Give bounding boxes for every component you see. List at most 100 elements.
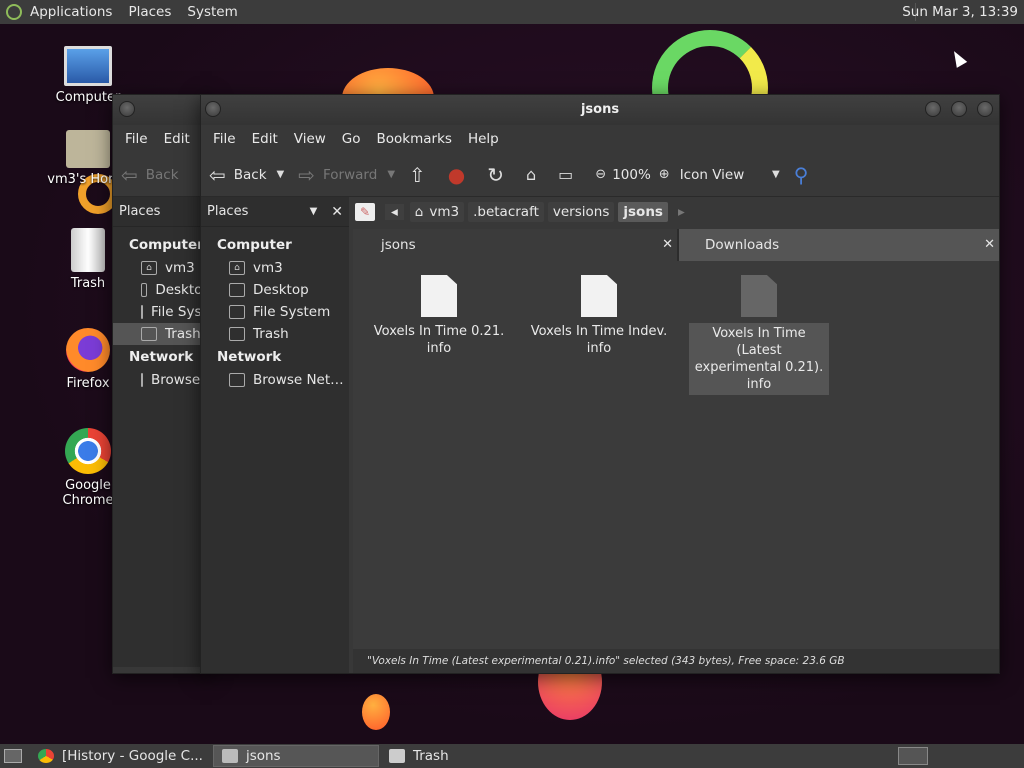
file-label-line: info bbox=[426, 341, 452, 356]
distro-logo-icon[interactable] bbox=[6, 4, 22, 20]
forward-history-dropdown-icon[interactable]: ▼ bbox=[387, 169, 395, 180]
trash-icon bbox=[388, 749, 405, 763]
zoom-in-icon: ⊕ bbox=[658, 167, 670, 182]
breadcrumb-versions[interactable]: versions bbox=[547, 202, 615, 222]
desktop-icon-label: Firefox bbox=[66, 376, 110, 391]
close-tab-icon[interactable]: ✕ bbox=[662, 229, 673, 261]
menu-go[interactable]: Go bbox=[334, 131, 369, 147]
file-label-line: info bbox=[586, 341, 612, 356]
close-button[interactable] bbox=[977, 101, 993, 117]
window-titlebar[interactable]: jsons bbox=[201, 95, 999, 125]
back-arrow-icon: ⇦ bbox=[209, 162, 226, 187]
menu-edit[interactable]: Edit bbox=[244, 131, 286, 147]
file-label: Voxels In Time 0.21. info bbox=[369, 323, 509, 357]
menu-help[interactable]: Help bbox=[460, 131, 507, 147]
forward-button[interactable]: ⇨ Forward ▼ bbox=[298, 163, 395, 187]
file-item[interactable]: Voxels In Time 0.21. info bbox=[369, 275, 509, 357]
top-panel: Applications Places System Sun Mar 3, 13… bbox=[0, 0, 1024, 24]
file-label-line: experimental 0.21). bbox=[694, 360, 824, 375]
menu-file[interactable]: File bbox=[117, 131, 156, 147]
places-dropdown-icon[interactable]: ▼ bbox=[310, 206, 318, 217]
sidebar-item-vm3[interactable]: ⌂ vm3 bbox=[113, 257, 211, 279]
clock[interactable]: Sun Mar 3, 13:39 bbox=[902, 4, 1018, 20]
places-header[interactable]: Places ▼ ✕ bbox=[201, 197, 349, 227]
breadcrumb-right-icon[interactable]: ▸ bbox=[678, 204, 685, 220]
breadcrumb-left-icon[interactable]: ◂ bbox=[385, 204, 404, 220]
zoom-in-button[interactable]: ⊕ bbox=[659, 167, 670, 182]
search-icon: ⚲ bbox=[793, 162, 809, 187]
zoom-out-icon: ⊖ bbox=[595, 167, 607, 182]
home-icon: ⌂ bbox=[526, 165, 537, 184]
chrome-icon bbox=[38, 749, 54, 763]
back-button[interactable]: ⇦ Back bbox=[121, 163, 179, 187]
computer-button[interactable]: ▭ bbox=[558, 165, 581, 184]
file-item-selected[interactable]: Voxels In Time (Latest experimental 0.21… bbox=[689, 275, 829, 395]
reload-button[interactable]: ↻ bbox=[487, 163, 512, 187]
menu-view[interactable]: View bbox=[286, 131, 334, 147]
sidebar-item-file-system[interactable]: File System bbox=[201, 301, 349, 323]
back-history-dropdown-icon[interactable]: ▼ bbox=[277, 169, 285, 180]
tab-jsons[interactable]: jsons ✕ bbox=[353, 229, 677, 261]
back-file-manager-window[interactable]: File Edit ⇦ Back Places Computer ⌂ vm3 De… bbox=[112, 94, 212, 674]
edit-location-icon[interactable]: ✎ bbox=[355, 203, 375, 221]
zoom-level[interactable]: 100% bbox=[612, 167, 651, 183]
window-title: jsons bbox=[580, 102, 620, 117]
breadcrumb-betacraft[interactable]: .betacraft bbox=[468, 202, 544, 222]
close-tab-icon[interactable]: ✕ bbox=[984, 229, 995, 261]
workspace-switcher[interactable] bbox=[898, 747, 928, 765]
file-label-line: Voxels In Time Indev. bbox=[530, 324, 668, 339]
menu-file[interactable]: File bbox=[205, 131, 244, 147]
places-header[interactable]: Places bbox=[113, 197, 211, 227]
breadcrumb: ✎ ◂ ⌂ vm3 .betacraft versions jsons ▸ bbox=[355, 199, 685, 225]
stop-button[interactable]: ● bbox=[448, 163, 473, 187]
menu-bookmarks[interactable]: Bookmarks bbox=[369, 131, 460, 147]
taskbar-item-jsons[interactable]: jsons bbox=[212, 745, 379, 767]
maximize-button[interactable] bbox=[951, 101, 967, 117]
computer-icon: ▭ bbox=[558, 165, 574, 184]
breadcrumb-jsons[interactable]: jsons bbox=[618, 202, 668, 222]
sidebar-item-trash[interactable]: Trash bbox=[113, 323, 211, 345]
system-menu[interactable]: System bbox=[179, 4, 245, 20]
back-label: Back bbox=[145, 166, 179, 183]
sidebar-item-desktop[interactable]: Desktop bbox=[201, 279, 349, 301]
document-icon bbox=[581, 275, 617, 317]
sidebar-item-browse-network[interactable]: Browse Net… bbox=[201, 369, 349, 391]
tab-label: Downloads bbox=[705, 237, 780, 253]
applications-menu[interactable]: Applications bbox=[22, 4, 120, 20]
home-icon: ⌂ bbox=[229, 261, 245, 275]
sidebar-item-browse-network[interactable]: Browse Network bbox=[113, 369, 211, 391]
zoom-out-button[interactable]: ⊖ bbox=[595, 167, 606, 182]
sidebar-item-vm3[interactable]: ⌂ vm3 bbox=[201, 257, 349, 279]
back-window-titlebar[interactable] bbox=[113, 95, 211, 125]
sidebar-header-network: Network bbox=[129, 349, 194, 365]
back-button[interactable]: ⇦ Back ▼ bbox=[209, 163, 284, 187]
tab-downloads[interactable]: Downloads ✕ bbox=[679, 229, 999, 261]
window-menu-button[interactable] bbox=[119, 101, 135, 117]
up-button[interactable]: ⇧ bbox=[409, 163, 434, 187]
home-button[interactable]: ⌂ bbox=[526, 165, 544, 184]
search-button[interactable]: ⚲ bbox=[794, 163, 817, 187]
network-icon bbox=[229, 373, 245, 387]
home-folder-icon bbox=[66, 130, 110, 168]
menu-edit[interactable]: Edit bbox=[156, 131, 198, 147]
back-window-toolbar: ⇦ Back bbox=[113, 153, 211, 197]
network-icon bbox=[141, 373, 143, 387]
sidebar-item-trash[interactable]: Trash bbox=[201, 323, 349, 345]
sidebar-item-label: Browse Net… bbox=[253, 372, 344, 388]
drive-icon bbox=[141, 305, 143, 319]
taskbar-item-trash[interactable]: Trash bbox=[381, 745, 457, 767]
breadcrumb-vm3[interactable]: ⌂ vm3 bbox=[409, 202, 465, 222]
view-mode-select[interactable]: Icon View ▼ bbox=[680, 167, 780, 183]
sidebar-item-desktop[interactable]: Desktop bbox=[113, 279, 211, 301]
file-manager-window[interactable]: jsons File Edit View Go Bookmarks Help ⇦… bbox=[200, 94, 1000, 674]
file-label-line: Voxels In Time (Latest bbox=[712, 326, 806, 358]
minimize-button[interactable] bbox=[925, 101, 941, 117]
close-sidebar-icon[interactable]: ✕ bbox=[331, 204, 343, 220]
file-item[interactable]: Voxels In Time Indev. info bbox=[529, 275, 669, 357]
taskbar-item-chrome[interactable]: [History - Google C... bbox=[30, 745, 211, 767]
sidebar-item-file-system[interactable]: File System bbox=[113, 301, 211, 323]
window-menu-button[interactable] bbox=[205, 101, 221, 117]
show-desktop-icon[interactable] bbox=[4, 749, 22, 763]
back-label: Back bbox=[233, 166, 267, 183]
places-menu[interactable]: Places bbox=[120, 4, 179, 20]
